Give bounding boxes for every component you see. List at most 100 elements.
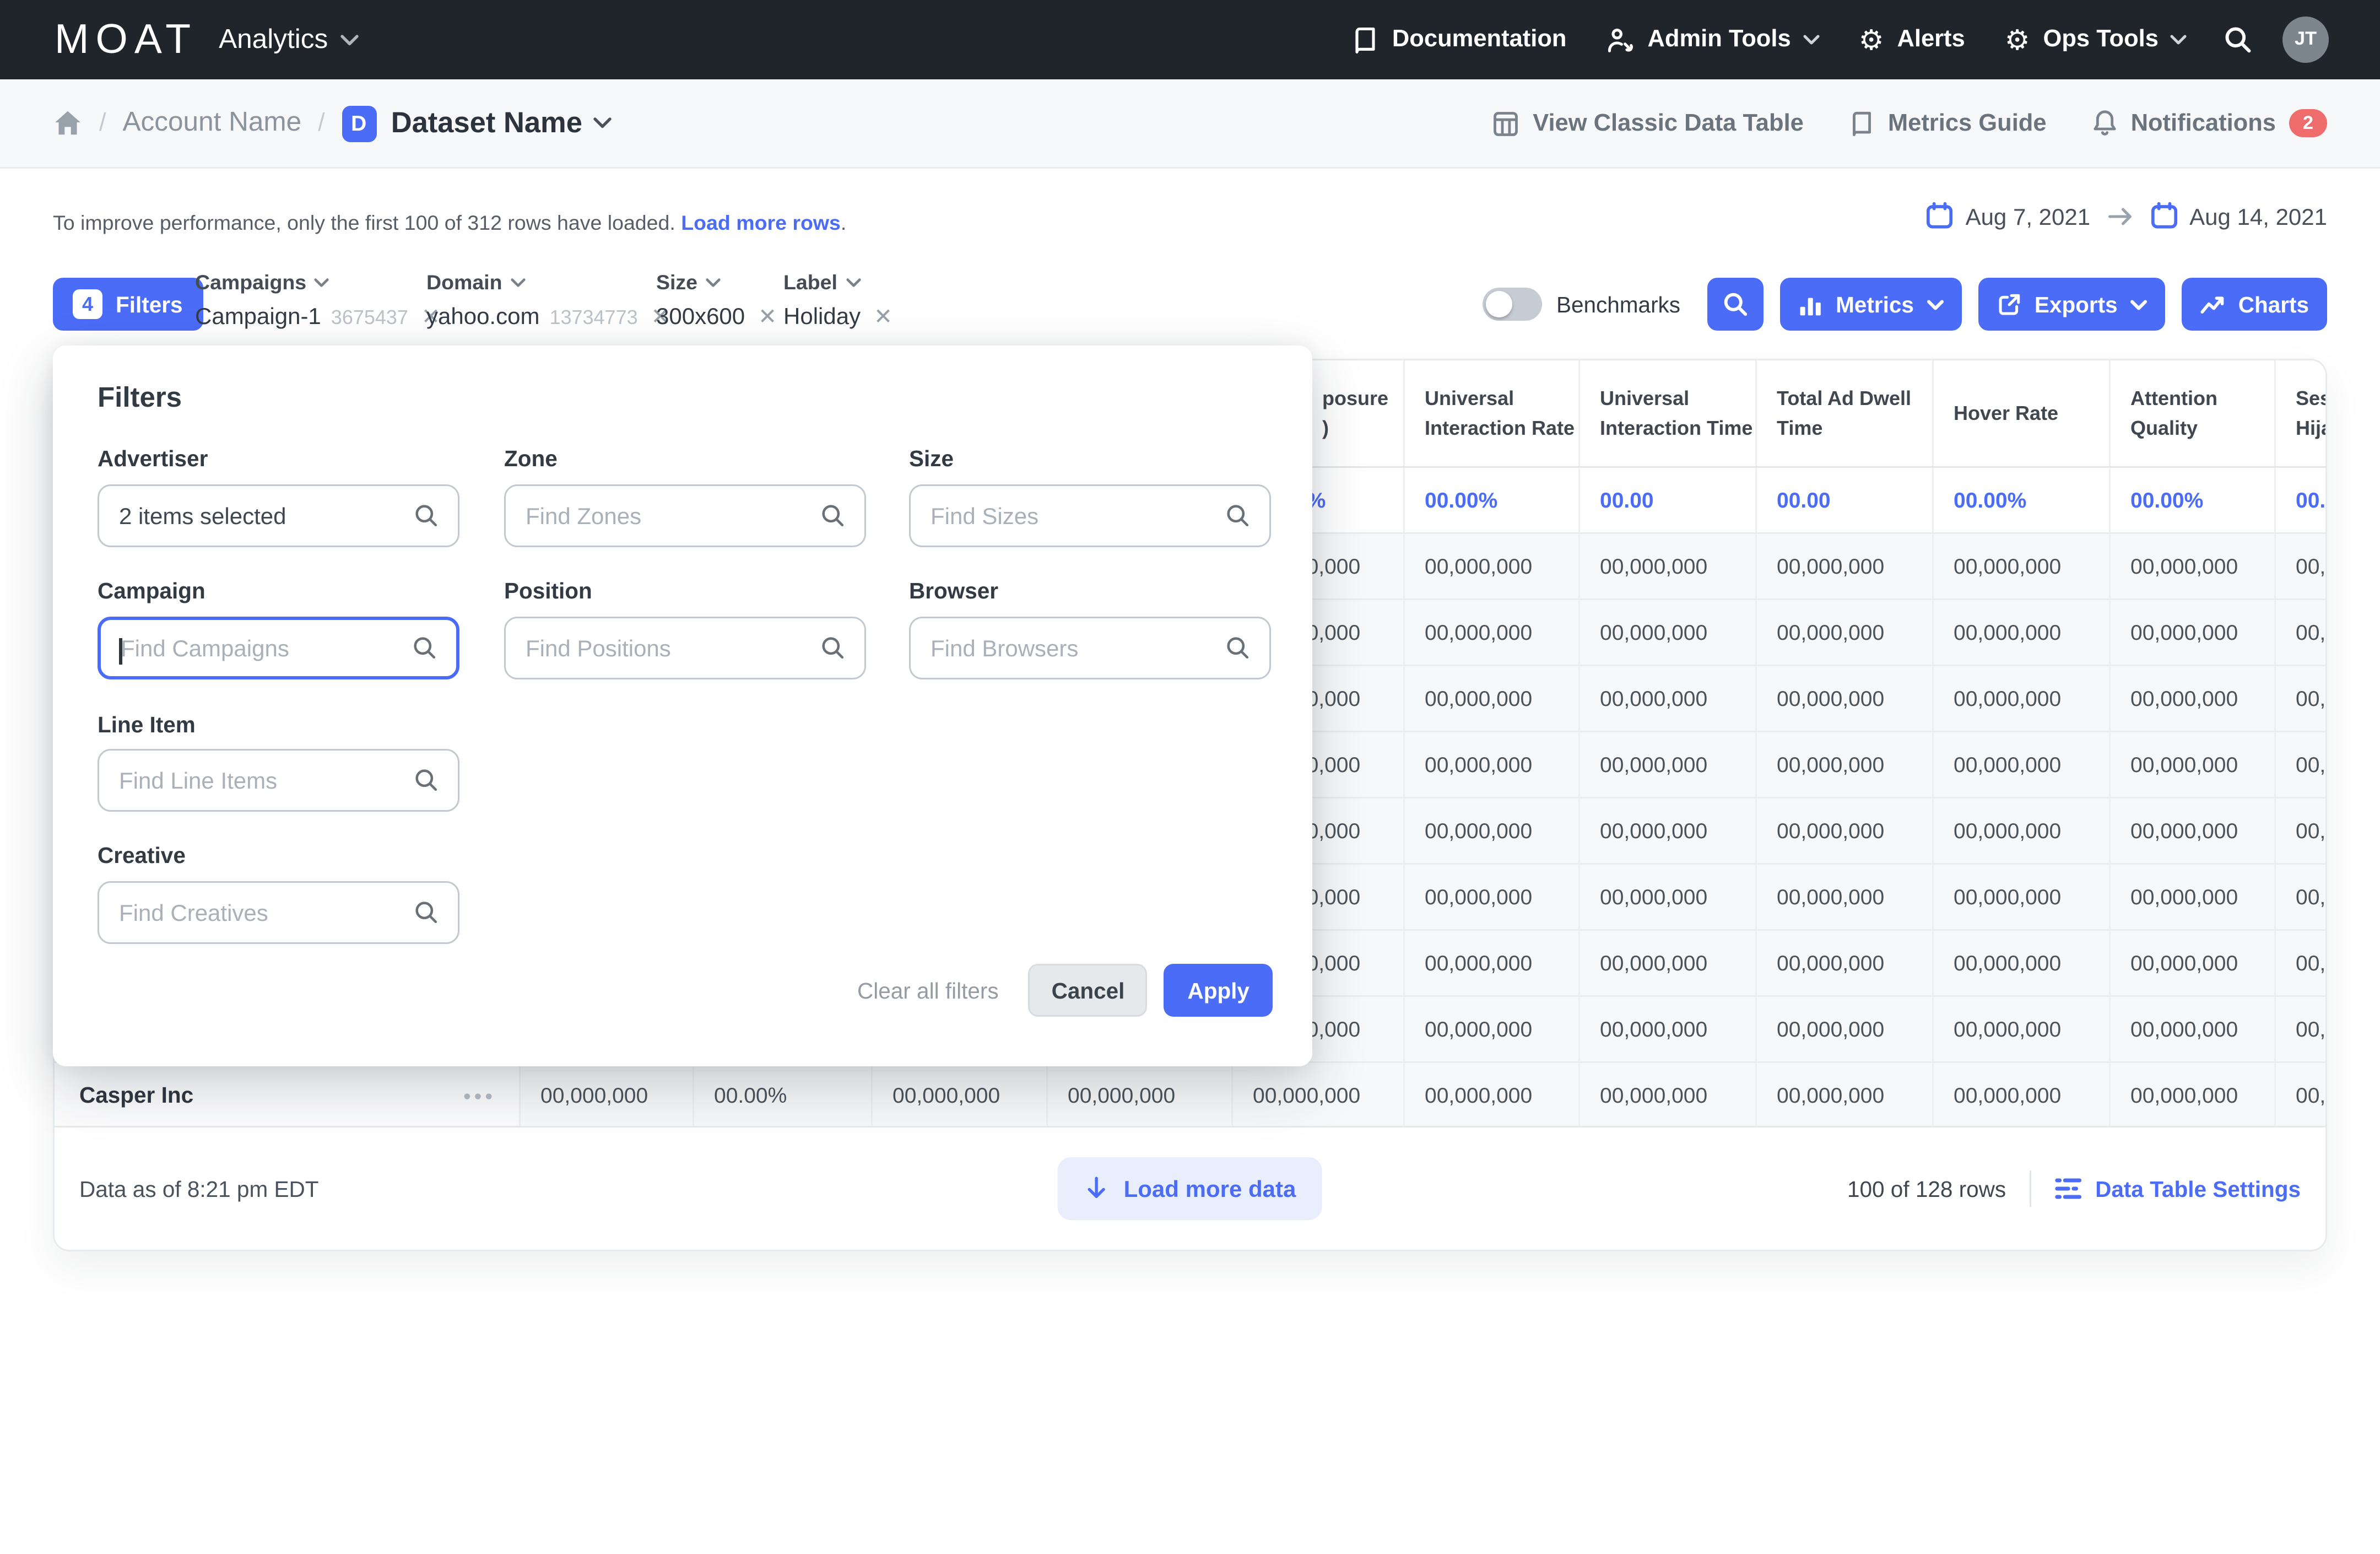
table-cell: 00,000,000 [1755,1063,1932,1127]
campaign-field [98,617,459,679]
button-label: Metrics [1836,292,1914,317]
cancel-button[interactable]: Cancel [1029,964,1148,1017]
chip-label: Size [656,271,697,294]
table-toolbar: Benchmarks Metrics Exports Charts [1482,278,2327,331]
bell-icon [2093,109,2118,137]
browser-field [909,617,1271,679]
column-header[interactable]: Sess Hijack [2274,360,2327,466]
gear-icon: ⚙ [1859,26,1884,54]
book-icon [1850,110,1875,137]
benchmarks-toggle[interactable] [1482,288,1541,321]
chip-dropdown[interactable]: Domain [426,271,670,294]
table-cell: 00.00% [1403,468,1578,532]
date-start[interactable]: Aug 7, 2021 [1966,203,2091,229]
text-cursor [119,638,122,665]
chip-dropdown[interactable]: Label [783,271,892,294]
remove-chip-icon[interactable]: ✕ [758,304,777,331]
column-header[interactable]: Hover Rate [1932,360,2109,466]
divider [2029,1170,2031,1207]
table-cell: 00,000,000 [2274,997,2327,1061]
chip-dropdown[interactable]: Campaigns [195,271,440,294]
table-cell: 00,000,000 [2109,600,2274,665]
data-table-settings-link[interactable]: Data Table Settings [2054,1175,2301,1202]
modal-title: Filters [98,382,182,415]
table-cell: 00,000,000 [1932,732,2109,797]
nav-item-alerts[interactable]: ⚙ Alerts [1859,26,1965,54]
charts-button[interactable]: Charts [2182,278,2327,331]
admin-person-icon [1606,26,1634,54]
table-cell: 00,000,000 [2274,1063,2327,1127]
size-input[interactable] [911,486,1269,546]
zone-input[interactable] [506,486,864,546]
browser-input[interactable] [911,618,1269,678]
advertiser-input[interactable] [99,486,458,546]
table-cell: 00,000,000 [2109,931,2274,995]
table-cell: 00,000,000 [1755,865,1932,929]
table-icon [1493,110,1519,137]
column-header[interactable]: Total Ad Dwell Time [1755,360,1932,466]
chevron-down-icon[interactable] [594,117,612,129]
metrics-button[interactable]: Metrics [1779,278,1962,331]
table-cell: 00,000,000 [1403,798,1578,863]
chip-label: Label [783,271,837,294]
notifications-link[interactable]: Notifications 2 [2093,109,2327,137]
position-input[interactable] [506,618,864,678]
arrow-down-icon [1084,1175,1109,1202]
table-cell: 00,000,000 [519,1063,693,1127]
table-cell: 00,000,000 [1932,997,2109,1061]
column-header[interactable]: Attention Quality [2109,360,2274,466]
field-label-browser: Browser [909,579,998,603]
line-item-input[interactable] [99,751,458,810]
row-menu-icon[interactable]: ••• [463,1084,496,1106]
arrow-right-icon [2107,204,2133,228]
date-end[interactable]: Aug 14, 2021 [2189,203,2327,229]
table-cell: 00,000,000 [2274,931,2327,995]
clear-all-filters-link[interactable]: Clear all filters [857,978,999,1003]
table-cell: 00,000,000 [1578,600,1755,665]
table-cell: 00,000,000 [1403,666,1578,731]
nav-item-label: Ops Tools [2043,26,2159,53]
view-classic-data-table-link[interactable]: View Classic Data Table [1493,110,1804,137]
nav-item-ops-tools[interactable]: ⚙ Ops Tools [2005,26,2187,54]
avatar[interactable]: JT [2282,17,2329,63]
remove-chip-icon[interactable]: ✕ [874,304,892,331]
campaign-input[interactable] [101,620,456,676]
breadcrumb-dataset[interactable]: Dataset Name [391,106,582,141]
filters-button-label: Filters [116,292,183,317]
nav-item-documentation[interactable]: Documentation [1353,26,1567,54]
app: MOAT Analytics Documentation Admin Tools [0,0,2380,1554]
table-cell: 00,000,000 [1755,732,1932,797]
field-label-size: Size [909,446,954,471]
chip-dropdown[interactable]: Size [656,271,777,294]
chip-id: 3675437 [331,306,408,329]
table-cell: 00,000,000 [1932,1063,2109,1127]
nav-item-admin-tools[interactable]: Admin Tools [1606,26,1819,54]
creative-input[interactable] [99,883,458,942]
breadcrumb-account[interactable]: Account Name [123,107,302,139]
data-as-of-text: Data as of 8:21 pm EDT [79,1177,318,1201]
table-cell: 00,000,000 [1578,931,1755,995]
top-navbar: MOAT Analytics Documentation Admin Tools [0,0,2380,79]
load-more-data-button[interactable]: Load more data [1058,1157,1323,1220]
load-more-rows-link[interactable]: Load more rows [681,212,841,235]
exports-button[interactable]: Exports [1978,278,2166,331]
filter-chip-domain: Domain yahoo.com 13734773 ✕ [426,271,670,331]
brand[interactable]: MOAT Analytics [55,19,359,61]
calendar-icon[interactable] [1926,202,1954,230]
table-search-button[interactable] [1707,278,1763,331]
navbar-menu: Documentation Admin Tools ⚙ Alerts ⚙ Ops… [1313,17,2329,63]
table-cell: 00,000,000 [1755,798,1932,863]
calendar-icon[interactable] [2150,202,2178,230]
line-item-field [98,749,459,812]
benchmarks-label: Benchmarks [1556,292,1680,317]
apply-button[interactable]: Apply [1164,964,1273,1017]
filter-chip-campaigns: Campaigns Campaign-1 3675437 ✕ [195,271,440,331]
search-icon[interactable] [2223,25,2253,55]
row-label-cell: Casper Inc••• [55,1063,519,1127]
column-header[interactable]: Universal Interaction Time [1578,360,1755,466]
column-header[interactable]: Universal Interaction Rate [1403,360,1578,466]
home-icon[interactable] [53,109,83,137]
table-cell: 00,000,000 [1932,931,2109,995]
metrics-guide-link[interactable]: Metrics Guide [1850,110,2047,137]
filters-button[interactable]: 4 Filters [53,278,203,331]
